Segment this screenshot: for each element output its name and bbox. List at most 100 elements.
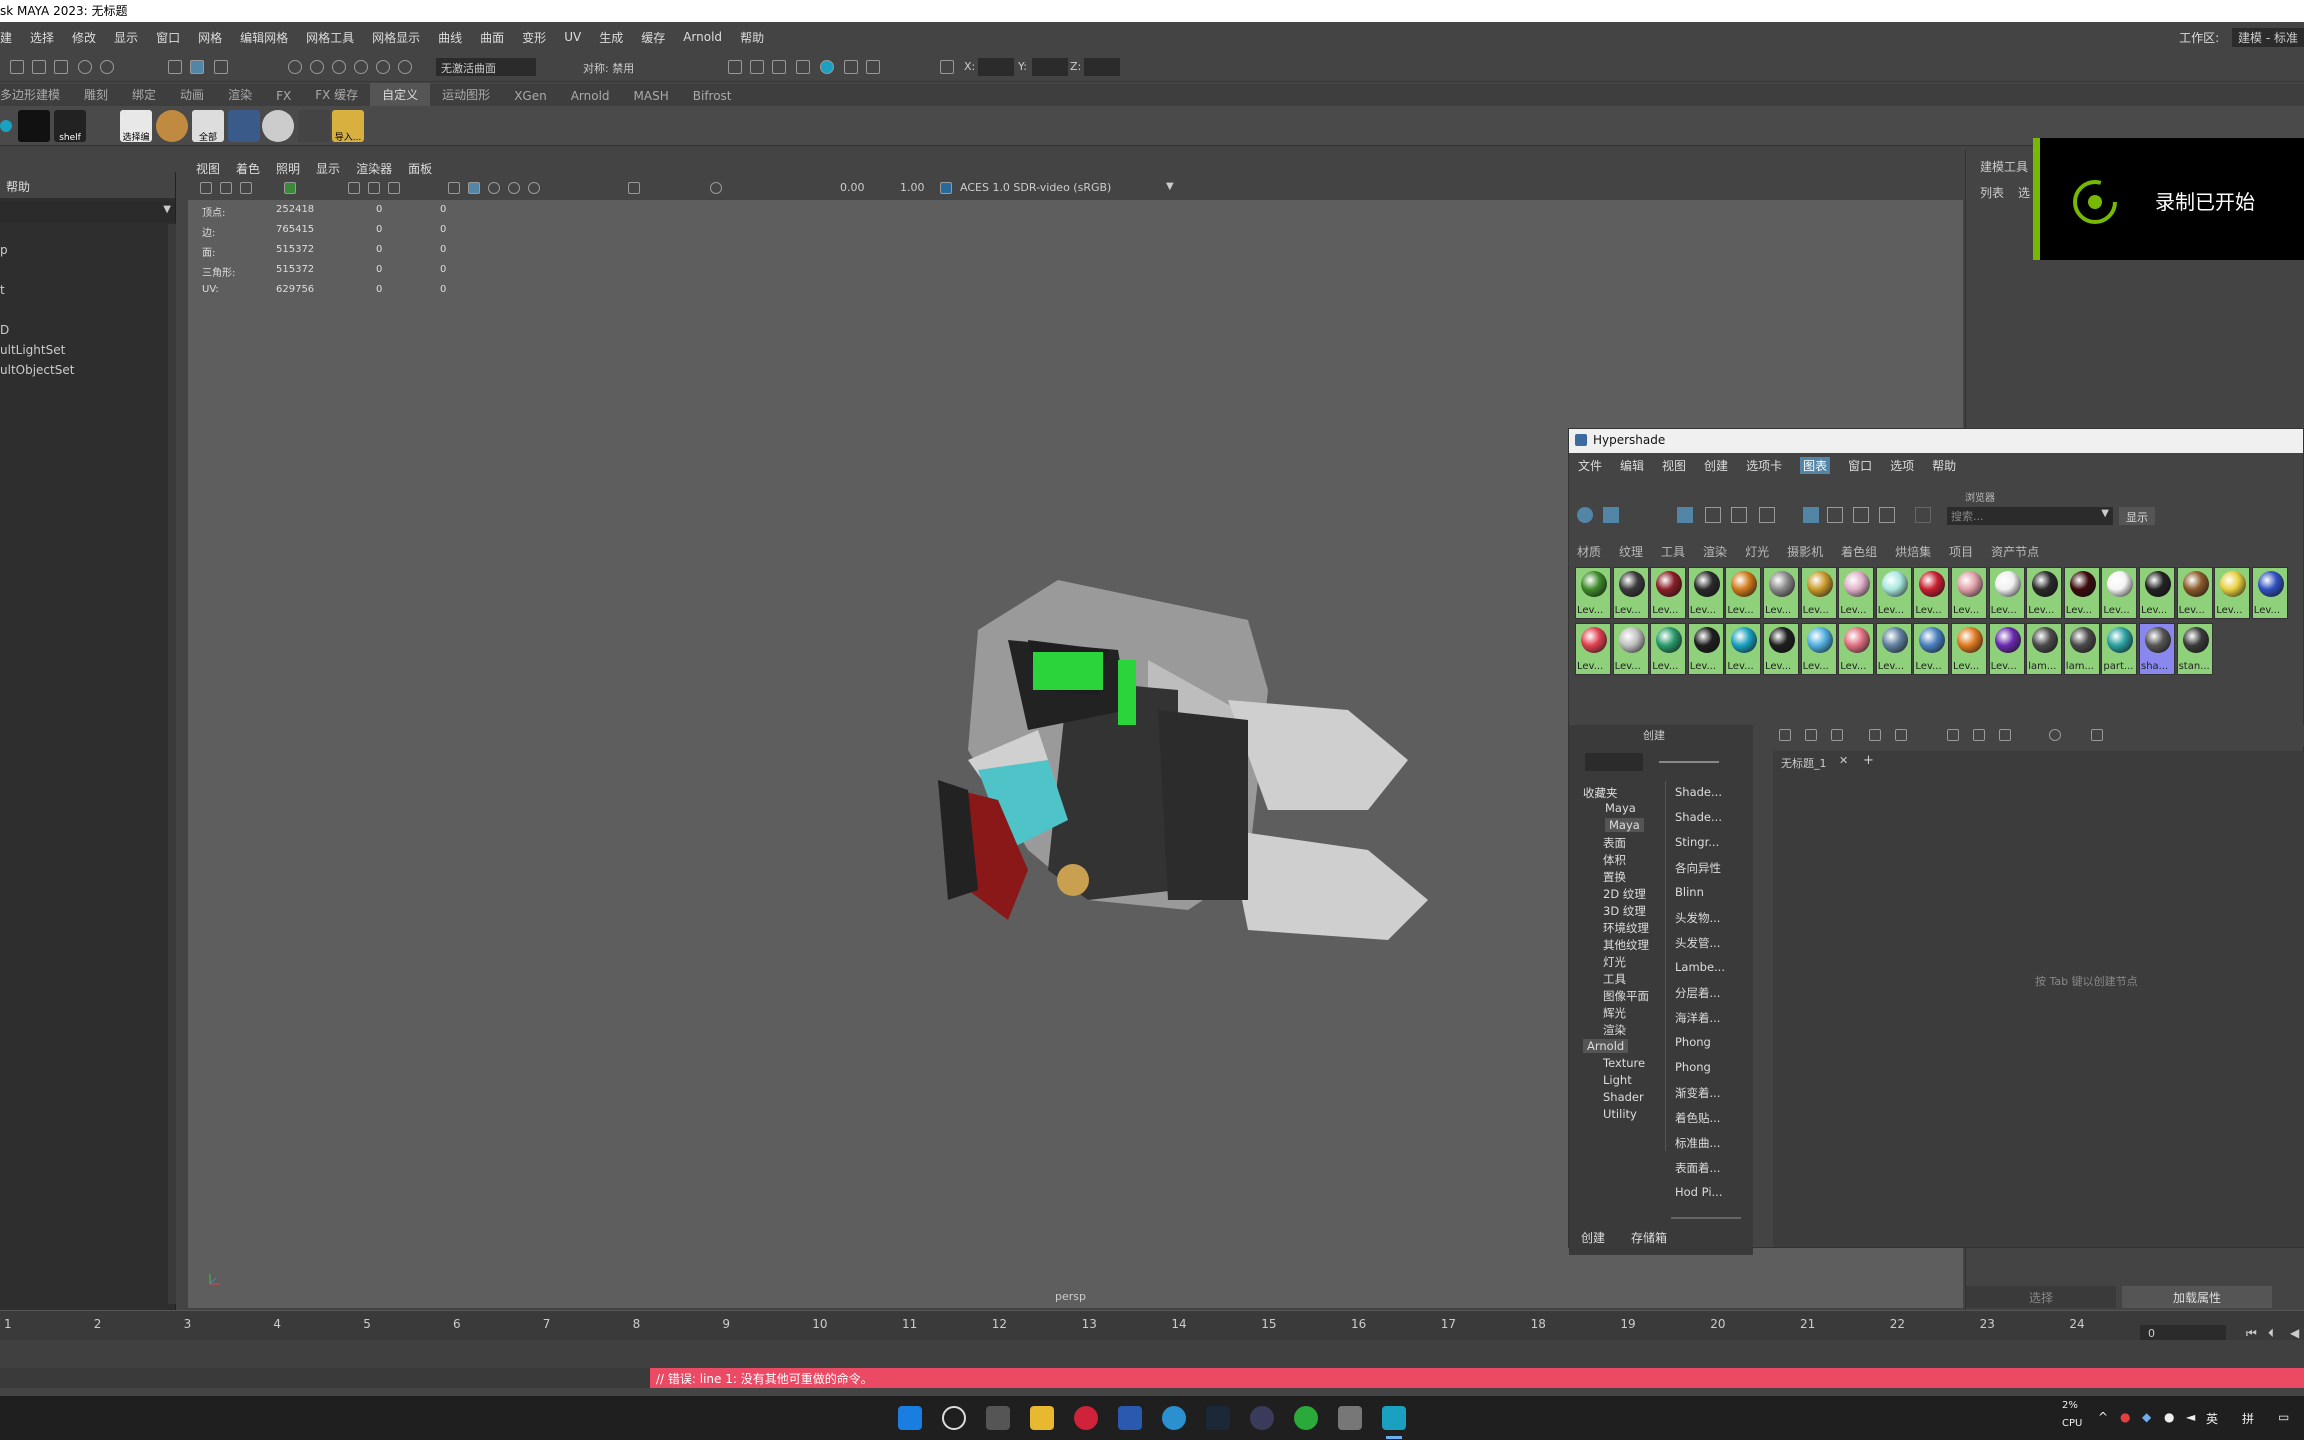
film-gate-icon[interactable]	[368, 182, 380, 194]
material-swatch[interactable]: lam...	[2063, 623, 2100, 675]
hs-menu-item[interactable]: 编辑	[1620, 457, 1644, 474]
sort-name-icon[interactable]	[1803, 507, 1819, 523]
select-component-icon[interactable]	[214, 60, 228, 74]
shelf-tab[interactable]: 雕刻	[72, 83, 120, 106]
maya-icon[interactable]	[1382, 1406, 1406, 1430]
tree-item[interactable]: 收藏夹	[1583, 785, 1618, 801]
large-icons-icon[interactable]	[1731, 507, 1747, 523]
graph-tool-icon[interactable]	[1895, 729, 1907, 741]
material-swatch[interactable]: Lev...	[1687, 623, 1724, 675]
menu-item[interactable]: 窗口	[156, 29, 180, 46]
hs-tab[interactable]: 灯光	[1745, 543, 1769, 560]
edge-icon[interactable]	[1162, 1406, 1186, 1430]
tree-item[interactable]: 灯光	[1603, 954, 1626, 970]
graph-tool-icon[interactable]	[1831, 729, 1843, 741]
menu-item[interactable]: 建	[0, 29, 12, 46]
material-swatch[interactable]: Lev...	[1575, 623, 1611, 675]
shelf-tab[interactable]: 绑定	[120, 83, 168, 106]
colorspace-dropdown[interactable]: ACES 1.0 SDR-video (sRGB)	[960, 181, 1111, 194]
shelf-dot-icon[interactable]	[0, 120, 12, 132]
material-swatch[interactable]: Lev...	[1800, 623, 1837, 675]
menu-item[interactable]: 网格显示	[372, 29, 420, 46]
search-icon[interactable]	[2049, 729, 2061, 741]
graph-layout-icon[interactable]	[1973, 729, 1985, 741]
workspace-selector[interactable]: 工作区: 建模 - 标准	[2170, 28, 2304, 47]
hypershade-titlebar[interactable]: Hypershade	[1569, 429, 2303, 453]
time-slider[interactable]: 1 2 3 4 5 6 7 8 9 10 11 12 13 14 15 16 17 18 19 20 21 22 23 24	[0, 1310, 2304, 1340]
graph-layout-icon[interactable]	[1999, 729, 2011, 741]
shield-icon[interactable]: ◆	[2142, 1410, 2151, 1424]
select-object-icon[interactable]	[190, 60, 204, 74]
graph-layout-icon[interactable]	[1947, 729, 1959, 741]
render-frame-icon[interactable]	[750, 60, 764, 74]
list-view-icon[interactable]	[1759, 507, 1775, 523]
image-viewer-icon[interactable]	[1338, 1406, 1362, 1430]
hs-tab[interactable]: 资产节点	[1991, 543, 2039, 560]
search-icon[interactable]	[942, 1406, 966, 1430]
material-swatch[interactable]: Lev...	[2139, 567, 2175, 619]
grid-toggle-icon[interactable]	[2091, 729, 2103, 741]
tree-item[interactable]: Arnold	[1583, 1039, 1629, 1053]
hs-menu-item[interactable]: 选项	[1890, 457, 1914, 474]
grid-icon[interactable]	[348, 182, 360, 194]
hs-menu-item[interactable]: 窗口	[1848, 457, 1872, 474]
open-scene-icon[interactable]	[32, 60, 46, 74]
tree-item[interactable]: 图像平面	[1603, 988, 1649, 1004]
smooth-shade-icon[interactable]	[468, 182, 480, 194]
tree-item[interactable]: 渲染	[1603, 1022, 1626, 1038]
ime-mode[interactable]: 拼	[2242, 1410, 2254, 1427]
snap-surface-icon[interactable]	[376, 60, 390, 74]
viewport-menu-item[interactable]: 照明	[276, 160, 300, 177]
material-swatch[interactable]: Lev...	[1838, 567, 1875, 619]
exposure-icon[interactable]	[710, 182, 722, 194]
material-swatch[interactable]: Lev...	[1687, 567, 1724, 619]
sort-type-icon[interactable]	[1827, 507, 1843, 523]
ipr-render-icon[interactable]	[772, 60, 786, 74]
hs-menu-item[interactable]: 文件	[1578, 457, 1602, 474]
hs-tab[interactable]: 工具	[1661, 543, 1685, 560]
material-swatch[interactable]: Lev...	[1650, 623, 1687, 675]
cube-app-icon[interactable]	[1118, 1406, 1142, 1430]
material-swatch[interactable]: Lev...	[2251, 567, 2288, 619]
material-swatch[interactable]: Lev...	[1913, 567, 1950, 619]
viewport-menu-item[interactable]: 着色	[236, 160, 260, 177]
menu-item[interactable]: 网格	[198, 29, 222, 46]
material-swatch[interactable]: Lev...	[1951, 567, 1987, 619]
steam-icon[interactable]	[1206, 1406, 1230, 1430]
node-item[interactable]: 渐变着...	[1675, 1085, 1720, 1101]
tree-item[interactable]: Maya	[1605, 818, 1644, 832]
tree-item[interactable]: 体积	[1603, 852, 1626, 868]
material-swatch[interactable]: Lev...	[1875, 623, 1912, 675]
node-item[interactable]: Hod Pi...	[1675, 1185, 1722, 1199]
z-field[interactable]	[1084, 58, 1120, 76]
microphone-icon[interactable]: ●	[2164, 1410, 2174, 1424]
select-hierarchy-icon[interactable]	[168, 60, 182, 74]
symmetry-field[interactable]: 对称: 禁用	[578, 58, 668, 76]
speaker-icon[interactable]: ◄	[2186, 1410, 2195, 1424]
material-swatch[interactable]: Lev...	[1612, 623, 1649, 675]
node-item[interactable]: Shade...	[1675, 785, 1722, 799]
node-item[interactable]: 海洋着...	[1675, 1010, 1720, 1026]
step-back-icon[interactable]: ⏴	[2268, 1326, 2274, 1341]
shelf-icon[interactable]: shelf	[54, 110, 86, 143]
menu-item[interactable]: Arnold	[683, 30, 722, 44]
hs-tab[interactable]: 渲染	[1703, 543, 1727, 560]
menu-item[interactable]: 显示	[114, 29, 138, 46]
material-swatch[interactable]: Lev...	[2026, 567, 2063, 619]
antivirus-icon[interactable]: ●	[2120, 1410, 2130, 1424]
tree-item[interactable]: Texture	[1603, 1056, 1645, 1070]
graph-tab[interactable]: 无标题_1	[1781, 755, 1827, 771]
food-icon[interactable]	[156, 110, 188, 142]
tree-item[interactable]: 置换	[1603, 869, 1626, 885]
shelf-tab-active[interactable]: 自定义	[370, 83, 431, 106]
shelf-tab[interactable]: 动画	[168, 83, 216, 106]
redo-icon[interactable]	[100, 60, 114, 74]
range-slider[interactable]	[0, 1340, 2304, 1368]
select-edit-icon[interactable]: 选择编	[120, 110, 152, 143]
material-swatch[interactable]: Lev...	[2214, 567, 2251, 619]
all-icon[interactable]: 全部	[192, 110, 224, 143]
maya-m-icon[interactable]	[298, 110, 330, 142]
task-view-icon[interactable]	[986, 1406, 1010, 1430]
file-explorer-icon[interactable]	[1030, 1406, 1054, 1430]
outliner-item[interactable]: D	[0, 320, 175, 340]
